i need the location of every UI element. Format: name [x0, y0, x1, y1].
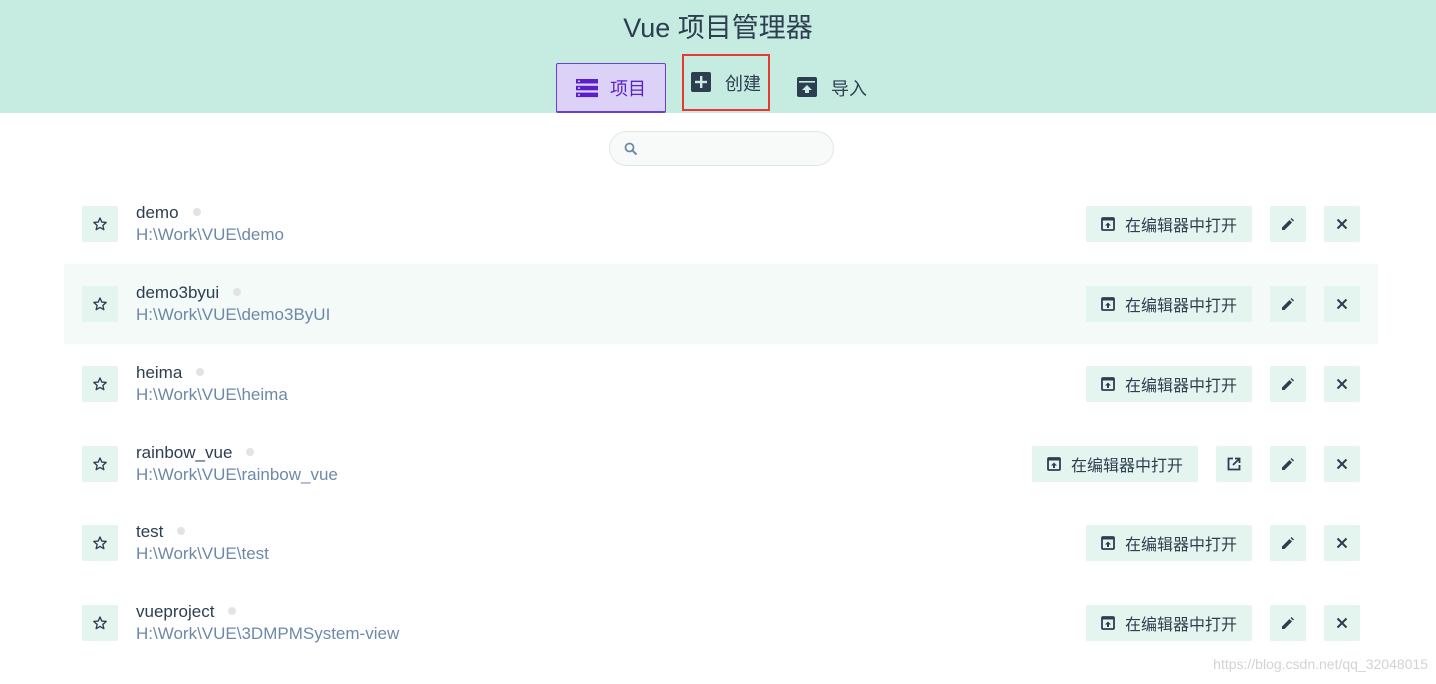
remove-button[interactable] — [1324, 366, 1360, 402]
remove-button[interactable] — [1324, 525, 1360, 561]
pencil-icon — [1282, 617, 1294, 629]
star-outline-icon — [93, 217, 107, 231]
pencil-icon — [1282, 218, 1294, 230]
close-icon — [1336, 458, 1348, 470]
favorite-button[interactable] — [82, 525, 118, 561]
open-in-editor-button[interactable]: 在编辑器中打开 — [1086, 525, 1252, 561]
status-dot — [246, 448, 255, 456]
project-row[interactable]: vueproject H:\Work\VUE\3DMPMSystem-view … — [64, 583, 1378, 663]
top-bar: Vue 项目管理器 项目 创建 导入 — [0, 0, 1436, 113]
favorite-button[interactable] — [82, 605, 118, 641]
star-outline-icon — [93, 297, 107, 311]
status-dot — [233, 288, 242, 296]
project-row[interactable]: rainbow_vue H:\Work\VUE\rainbow_vue 在编辑器… — [64, 424, 1378, 504]
project-name: vueproject — [136, 602, 237, 622]
open-in-editor-button[interactable]: 在编辑器中打开 — [1086, 366, 1252, 402]
open-in-browser-icon — [1101, 217, 1115, 231]
search-icon — [624, 142, 638, 156]
unarchive-icon — [797, 77, 819, 99]
search-input[interactable] — [644, 137, 828, 162]
tab-import-label: 导入 — [831, 79, 867, 99]
star-outline-icon — [93, 457, 107, 471]
remove-button[interactable] — [1324, 206, 1360, 242]
edit-button[interactable] — [1270, 525, 1306, 561]
favorite-button[interactable] — [82, 206, 118, 242]
star-outline-icon — [93, 616, 107, 630]
page-title: Vue 项目管理器 — [623, 13, 813, 43]
open-in-editor-button[interactable]: 在编辑器中打开 — [1086, 286, 1252, 322]
open-in-editor-button[interactable]: 在编辑器中打开 — [1032, 446, 1198, 482]
tab-import[interactable]: 导入 — [786, 63, 878, 113]
open-in-editor-label: 在编辑器中打开 — [1124, 298, 1237, 315]
star-outline-icon — [93, 536, 107, 550]
list-icon — [576, 77, 598, 99]
favorite-button[interactable] — [82, 446, 118, 482]
open-in-browser-icon — [1101, 616, 1115, 630]
pencil-icon — [1282, 298, 1294, 310]
project-path: H:\Work\VUE\rainbow_vue — [136, 465, 338, 484]
open-in-new-icon — [1227, 457, 1241, 471]
status-dot — [192, 208, 201, 216]
open-external-button[interactable] — [1216, 446, 1252, 482]
edit-button[interactable] — [1270, 366, 1306, 402]
project-name: demo3byui — [136, 283, 242, 303]
search-box[interactable] — [609, 131, 834, 166]
edit-button[interactable] — [1270, 605, 1306, 641]
watermark: https://blog.csdn.net/qq_32048015 — [1213, 656, 1428, 672]
close-icon — [1336, 298, 1348, 310]
project-name: test — [136, 522, 186, 542]
status-dot — [228, 607, 237, 615]
remove-button[interactable] — [1324, 446, 1360, 482]
project-path: H:\Work\VUE\3DMPMSystem-view — [136, 624, 400, 643]
project-name: rainbow_vue — [136, 443, 255, 463]
project-row[interactable]: demo3byui H:\Work\VUE\demo3ByUI 在编辑器中打开 — [64, 264, 1378, 344]
open-in-editor-label: 在编辑器中打开 — [1124, 218, 1237, 235]
project-row[interactable]: heima H:\Work\VUE\heima 在编辑器中打开 — [64, 344, 1378, 424]
remove-button[interactable] — [1324, 605, 1360, 641]
tab-create-label: 创建 — [725, 73, 761, 94]
tab-projects-label: 项目 — [610, 78, 646, 99]
open-in-browser-icon — [1047, 457, 1061, 471]
open-in-editor-label: 在编辑器中打开 — [1124, 537, 1237, 554]
remove-button[interactable] — [1324, 286, 1360, 322]
project-path: H:\Work\VUE\test — [136, 544, 269, 563]
open-in-editor-button[interactable]: 在编辑器中打开 — [1086, 605, 1252, 641]
close-icon — [1336, 378, 1348, 390]
project-path: H:\Work\VUE\heima — [136, 385, 288, 404]
edit-button[interactable] — [1270, 206, 1306, 242]
project-row[interactable]: test H:\Work\VUE\test 在编辑器中打开 — [64, 503, 1378, 583]
edit-button[interactable] — [1270, 286, 1306, 322]
project-name: demo — [136, 203, 201, 223]
open-in-editor-label: 在编辑器中打开 — [1070, 458, 1183, 475]
open-in-browser-icon — [1101, 377, 1115, 391]
tab-projects[interactable]: 项目 — [556, 63, 666, 113]
open-in-editor-label: 在编辑器中打开 — [1124, 378, 1237, 395]
favorite-button[interactable] — [82, 366, 118, 402]
add-box-icon — [691, 71, 713, 94]
open-in-editor-label: 在编辑器中打开 — [1124, 617, 1237, 634]
edit-button[interactable] — [1270, 446, 1306, 482]
close-icon — [1336, 617, 1348, 629]
close-icon — [1336, 218, 1348, 230]
project-path: H:\Work\VUE\demo3ByUI — [136, 305, 331, 324]
open-in-browser-icon — [1101, 536, 1115, 550]
tab-create[interactable]: 创建 — [682, 54, 770, 111]
close-icon — [1336, 537, 1348, 549]
pencil-icon — [1282, 458, 1294, 470]
status-dot — [196, 368, 205, 376]
project-row[interactable]: demo H:\Work\VUE\demo 在编辑器中打开 — [64, 184, 1378, 264]
status-dot — [177, 527, 186, 535]
star-outline-icon — [93, 377, 107, 391]
open-in-editor-button[interactable]: 在编辑器中打开 — [1086, 206, 1252, 242]
open-in-browser-icon — [1101, 297, 1115, 311]
pencil-icon — [1282, 537, 1294, 549]
project-name: heima — [136, 363, 205, 383]
project-path: H:\Work\VUE\demo — [136, 225, 285, 244]
favorite-button[interactable] — [82, 286, 118, 322]
pencil-icon — [1282, 378, 1294, 390]
